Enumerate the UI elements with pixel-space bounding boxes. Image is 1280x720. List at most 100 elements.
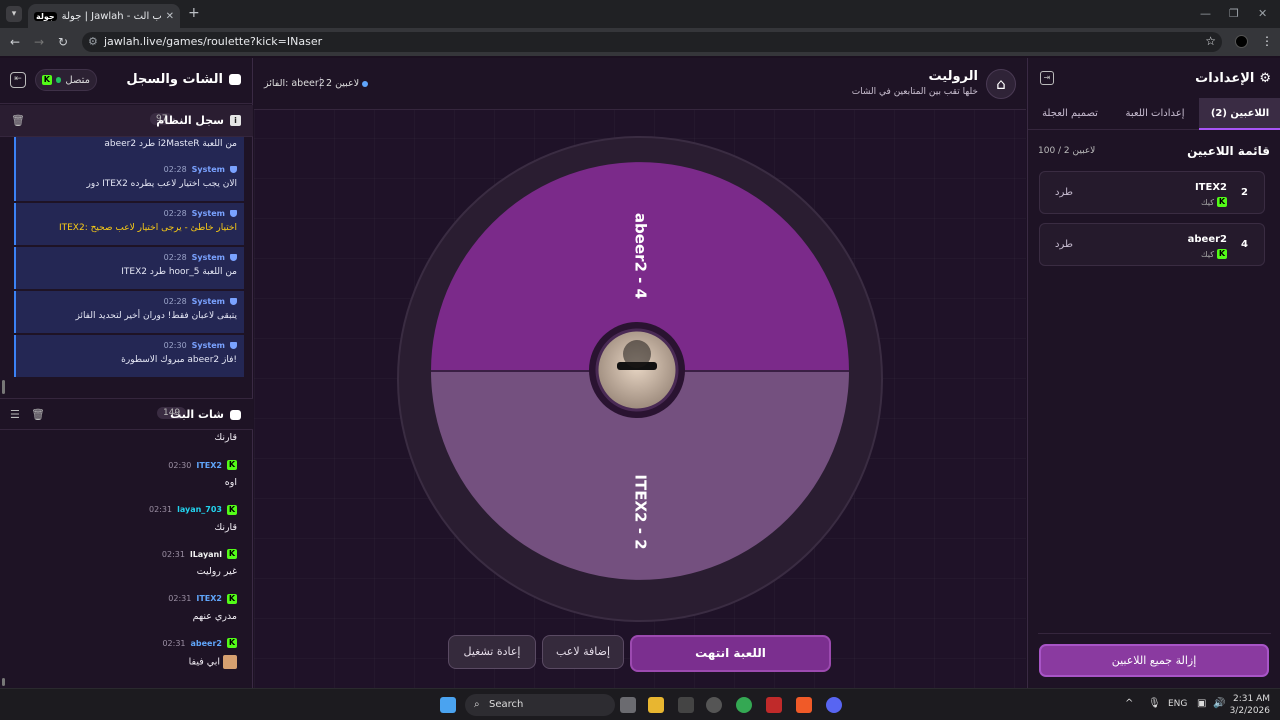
- discord-icon[interactable]: [826, 697, 842, 713]
- log-sender: System: [191, 253, 225, 262]
- chat-message-text: مدري عنهم: [192, 610, 237, 622]
- players-list-title: قائمة اللاعبين: [1187, 144, 1270, 158]
- chat-panel: ⇤ K متصل الشات والسجل 🗑 97 سجل النظام i …: [0, 58, 253, 688]
- game-subtitle: خلها تقب بين المتابعين في الشات: [851, 87, 978, 97]
- game-title: الروليت: [928, 69, 978, 84]
- restart-button[interactable]: إعادة تشغيل: [448, 635, 536, 669]
- close-window-icon[interactable]: ✕: [1258, 7, 1267, 20]
- chat-username[interactable]: ITEX2: [196, 594, 222, 603]
- tab-search-button[interactable]: ▾: [6, 6, 22, 22]
- settings-divider: [1038, 633, 1271, 634]
- url-bar[interactable]: ⚙ jawlah.live/games/roulette?kick=INaser…: [82, 32, 1222, 52]
- player-row[interactable]: 2 ITEX2 كيك K طرد: [1039, 171, 1265, 214]
- clock-date: 3/2/2026: [1229, 706, 1270, 716]
- tab-game-settings[interactable]: إعدادات اللعبة: [1113, 98, 1197, 130]
- remove-all-players-button[interactable]: إزالة جميع اللاعبين: [1039, 644, 1269, 677]
- home-icon[interactable]: ⌂: [986, 69, 1016, 99]
- trash-icon[interactable]: 🗑: [31, 408, 45, 421]
- tab-wheel-design[interactable]: تصميم العجلة: [1029, 98, 1111, 130]
- chat-username[interactable]: abeer2: [191, 639, 223, 648]
- kick-player-button[interactable]: طرد: [1055, 187, 1073, 198]
- network-icon[interactable]: ▣: [1197, 698, 1206, 709]
- trash-icon[interactable]: 🗑: [11, 114, 25, 127]
- task-view-icon[interactable]: [620, 697, 636, 713]
- system-log-scrollbar[interactable]: [2, 380, 5, 394]
- system-log-header: 🗑 97 سجل النظام i: [0, 105, 253, 137]
- player-row[interactable]: 4 abeer2 كيك K طرد: [1039, 223, 1265, 266]
- chat-message: 02:31 abeer2 K ابي فيفا: [0, 636, 253, 681]
- tray-chevron-icon[interactable]: ^: [1125, 698, 1133, 709]
- chat-username[interactable]: layan_703: [177, 505, 222, 514]
- chat-time: 02:31: [162, 638, 186, 648]
- tab-players[interactable]: اللاعبين (2): [1199, 98, 1280, 130]
- chat-message: 02:31 layan_703 K قارنك: [0, 503, 253, 548]
- stream-chat-list[interactable]: قارنك 02:30 ITEX2 K اوه 02:31 layan_703 K قا…: [0, 430, 253, 686]
- language-indicator[interactable]: ENG: [1168, 699, 1187, 709]
- clock[interactable]: 2:31 AM 3/2/2026: [1230, 693, 1270, 717]
- restore-icon[interactable]: ❐: [1229, 7, 1239, 20]
- app-icon[interactable]: [678, 697, 694, 713]
- settings-title-text: الإعدادات: [1195, 71, 1255, 86]
- chat-bubble-icon: [230, 409, 241, 420]
- minimize-icon[interactable]: —: [1200, 7, 1211, 20]
- site-info-icon[interactable]: ⚙: [88, 35, 98, 48]
- profile-avatar[interactable]: [1235, 35, 1248, 48]
- chat-message-text: اوه: [224, 477, 237, 488]
- settings-panel: ⇥ الإعدادات ⚙ اللاعبين (2) إعدادات اللعب…: [1027, 58, 1280, 688]
- shield-icon: [230, 298, 237, 305]
- browser-menu-icon[interactable]: ⋮: [1261, 34, 1273, 48]
- brave-icon[interactable]: [796, 697, 812, 713]
- browser-tab[interactable]: جولة جولة | Jawlah - منصة الألعاب الت ✕: [28, 4, 180, 28]
- status-dot-icon: [362, 80, 369, 87]
- chrome-icon[interactable]: [736, 697, 752, 713]
- taskbar-search[interactable]: ⌕ Search: [465, 694, 615, 716]
- tab-title: جولة | Jawlah - منصة الألعاب الت: [61, 10, 161, 22]
- chat-time: 02:31: [161, 549, 185, 559]
- align-icon[interactable]: ☰: [10, 408, 20, 421]
- collapse-panel-icon[interactable]: ⇤: [10, 72, 26, 88]
- system-log-list[interactable]: 02:28 System دور ITEX2 الان يجب اختيار لا…: [14, 137, 244, 395]
- system-log-title: سجل النظام i: [156, 114, 241, 127]
- player-name: abeer2: [1187, 234, 1227, 245]
- reload-icon[interactable]: ↻: [58, 35, 68, 49]
- bookmark-star-icon[interactable]: ☆: [1205, 34, 1216, 48]
- collapse-panel-icon[interactable]: ⇥: [1040, 71, 1054, 85]
- stream-chat-scrollbar[interactable]: [2, 678, 5, 686]
- voicemeeter-icon[interactable]: [766, 697, 782, 713]
- chat-time: 02:31: [168, 594, 192, 604]
- forward-icon[interactable]: →: [34, 35, 44, 49]
- volume-icon[interactable]: 🔊: [1213, 698, 1225, 709]
- chat-message: 02:31 lLayanl K غير روليت: [0, 547, 253, 592]
- chat-message-text: ابي فيفا: [188, 656, 220, 668]
- microphone-icon[interactable]: 🎙: [1148, 698, 1161, 709]
- file-explorer-icon[interactable]: [648, 697, 664, 713]
- back-icon[interactable]: ←: [10, 35, 20, 49]
- close-tab-icon[interactable]: ✕: [166, 11, 174, 22]
- stream-chat-title: شات البث: [170, 408, 241, 421]
- log-text: ITEX2: اختيار خاطئ - يرجى اختيار لاعب صح…: [58, 223, 237, 233]
- chat-username[interactable]: ITEX2: [196, 461, 222, 470]
- players-list-count: 100 / 2 لاعبين: [1038, 146, 1096, 156]
- url-text[interactable]: jawlah.live/games/roulette?kick=INaser: [104, 35, 322, 48]
- log-sender: System: [191, 341, 225, 350]
- settings-header: ⇥ الإعدادات ⚙: [1028, 58, 1280, 98]
- system-log-item: 02:28 System يتبقى لاعبان فقط! دوران أخير…: [14, 291, 244, 333]
- log-sender: System: [191, 209, 225, 218]
- chat-message-text: قارنك: [214, 521, 237, 533]
- chat-username[interactable]: lLayanl: [190, 550, 222, 559]
- shield-icon: [230, 210, 237, 217]
- chat-message: 02:31 ITEX2 K مدري عنهم: [0, 592, 253, 637]
- chat-message: 02:30 ITEX2 K اوه: [0, 458, 253, 503]
- kick-player-button[interactable]: طرد: [1055, 239, 1073, 250]
- chat-time: 02:30: [168, 460, 192, 470]
- add-player-button[interactable]: إضافة لاعب: [542, 635, 624, 669]
- game-ended-button[interactable]: اللعبة انتهت: [630, 635, 831, 672]
- stream-chat-title-text: شات البث: [170, 408, 224, 421]
- new-tab-button[interactable]: +: [188, 5, 200, 21]
- chat-panel-header: ⇤ K متصل الشات والسجل: [0, 58, 253, 104]
- roulette-wheel[interactable]: abeer2 - 4 ITEX2 - 2: [254, 110, 1026, 630]
- connection-status: K متصل: [35, 69, 97, 91]
- game-header: ⌂ الروليت خلها تقب بين المتابعين في الشا…: [254, 58, 1026, 110]
- obs-icon[interactable]: [706, 697, 722, 713]
- start-menu-icon[interactable]: [440, 697, 456, 713]
